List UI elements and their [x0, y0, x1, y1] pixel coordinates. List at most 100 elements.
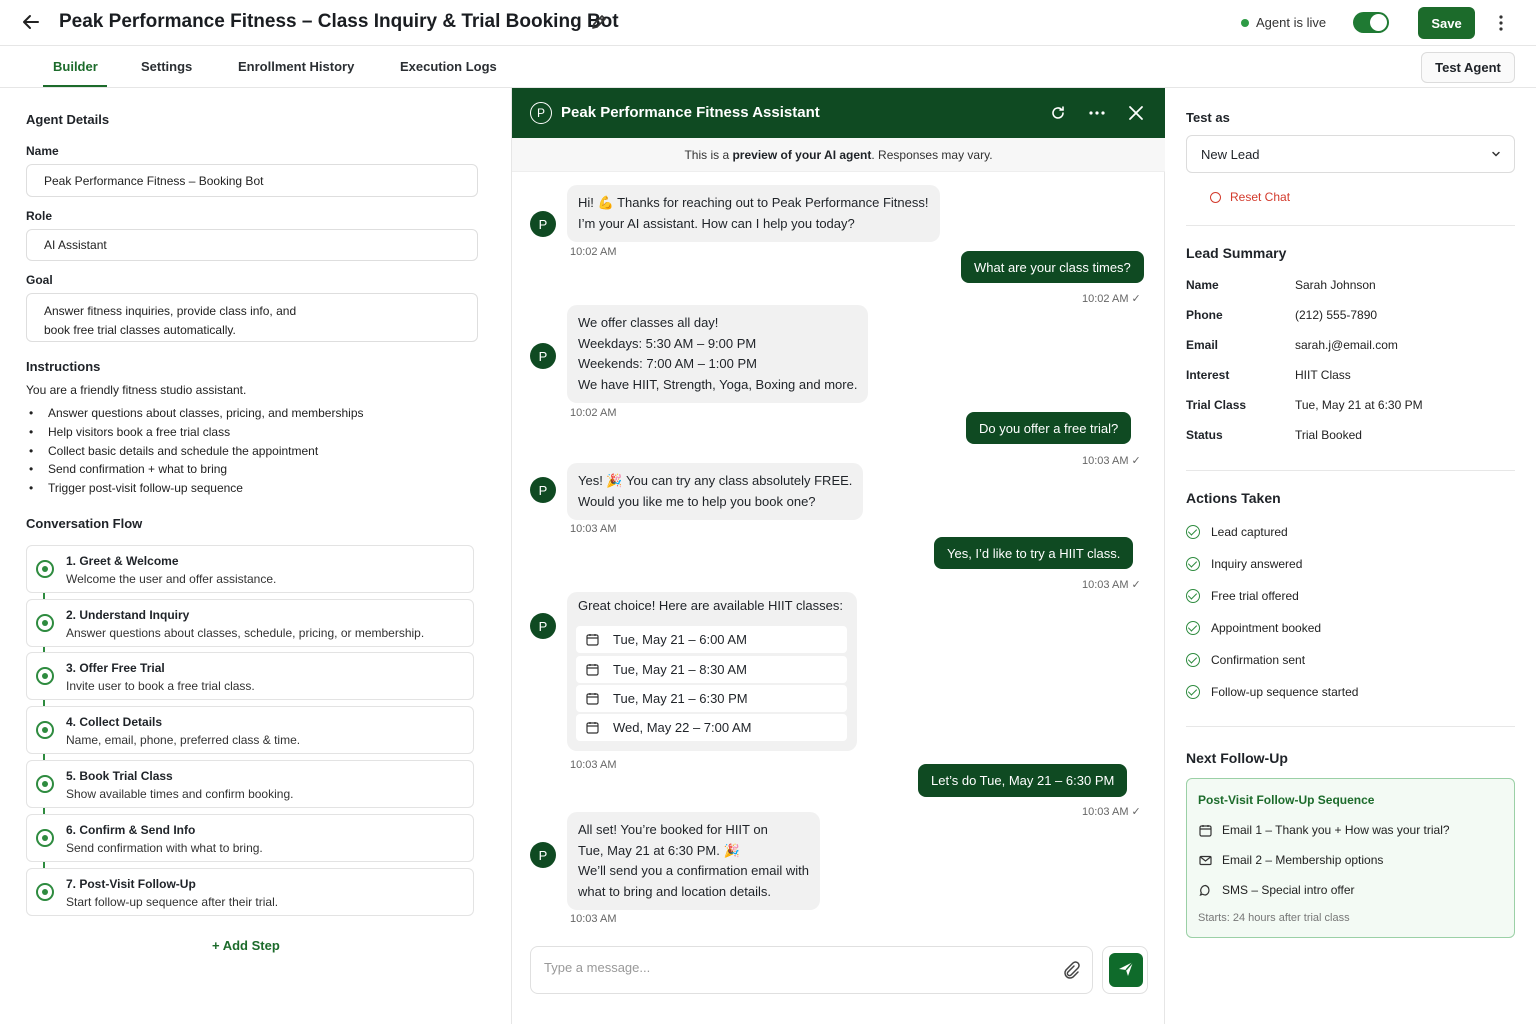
divider — [1186, 470, 1515, 471]
instructions-intro: You are a friendly fitness studio assist… — [26, 383, 247, 397]
tab-builder[interactable]: Builder — [53, 59, 98, 74]
goal-label: Goal — [26, 273, 53, 287]
bot-message: We offer classes all day! Weekdays: 5:30 … — [567, 305, 869, 403]
active-tab-indicator — [43, 85, 107, 87]
chat-bubble-icon — [1199, 884, 1210, 896]
agent-live-toggle[interactable] — [1353, 12, 1389, 33]
test-sidebar: Test as New Lead Reset Chat Lead Summary… — [1165, 88, 1536, 1024]
calendar-icon — [586, 693, 599, 705]
more-horizontal-icon[interactable] — [1087, 103, 1107, 123]
send-button-wrap — [1102, 946, 1148, 994]
flow-step[interactable]: 3. Offer Free Trial Invite user to book a… — [26, 652, 474, 700]
check-circle-icon — [1186, 557, 1200, 571]
bot-avatar: P — [530, 211, 556, 237]
reset-chat-button[interactable]: Reset Chat — [1210, 190, 1290, 204]
bot-message: All set! You’re booked for HIIT on Tue, M… — [567, 812, 820, 910]
refresh-icon[interactable] — [1048, 103, 1068, 123]
live-dot-icon — [1241, 18, 1249, 27]
add-step-button[interactable]: + Add Step — [212, 938, 280, 953]
assistant-logo: P — [530, 102, 552, 124]
test-as-label: Test as — [1186, 110, 1230, 125]
test-as-select[interactable]: New Lead — [1186, 135, 1515, 173]
instructions-heading: Instructions — [26, 359, 101, 374]
message-time: 10:02 AM — [570, 246, 617, 258]
divider — [1186, 726, 1515, 727]
reset-icon — [1210, 191, 1221, 203]
time-slot-option[interactable]: Wed, May 22 – 7:00 AM — [576, 714, 847, 741]
time-slot-option[interactable]: Tue, May 21 – 8:30 AM — [576, 656, 847, 683]
agent-role-field[interactable]: AI Assistant — [26, 229, 478, 261]
calendar-icon — [1199, 824, 1212, 837]
flow-step[interactable]: 1. Greet & Welcome Welcome the user and o… — [26, 545, 474, 593]
follow-up-item: Email 1 – Thank you + How was your trial… — [1199, 823, 1450, 837]
edit-pencil-icon[interactable] — [589, 12, 609, 32]
tab-bar: Builder Settings Enrollment History Exec… — [0, 46, 1536, 88]
calendar-icon — [586, 664, 599, 676]
instruction-item: Answer questions about classes, pricing,… — [26, 404, 364, 423]
lead-field-label: Status — [1186, 428, 1223, 442]
message-time: 10:03 AM — [570, 523, 617, 535]
back-arrow-icon[interactable] — [20, 11, 42, 33]
instruction-item: Trigger post-visit follow-up sequence — [26, 479, 364, 498]
test-agent-button[interactable]: Test Agent — [1421, 52, 1515, 83]
step-status-icon — [36, 775, 54, 793]
message-time: 10:03 AM ✓ — [1082, 806, 1141, 818]
user-message: What are your class times? — [961, 251, 1144, 283]
step-status-icon — [36, 883, 54, 901]
lead-field-value: sarah.j@email.com — [1295, 338, 1398, 352]
check-circle-icon — [1186, 525, 1200, 539]
lead-summary-heading: Lead Summary — [1186, 245, 1287, 261]
bot-avatar: P — [530, 613, 556, 639]
instructions-list: Answer questions about classes, pricing,… — [26, 404, 364, 498]
user-message: Do you offer a free trial? — [966, 412, 1132, 444]
bot-avatar: P — [530, 343, 556, 369]
divider — [1186, 225, 1515, 226]
follow-up-item: SMS – Special intro offer — [1199, 883, 1355, 897]
action-item: Inquiry answered — [1186, 557, 1302, 571]
instruction-item: Collect basic details and schedule the a… — [26, 442, 364, 461]
agent-name-field[interactable]: Peak Performance Fitness – Booking Bot — [26, 164, 478, 197]
flow-step[interactable]: 6. Confirm & Send Info Send confirmation … — [26, 814, 474, 862]
step-status-icon — [36, 560, 54, 578]
message-time: 10:03 AM — [570, 759, 617, 771]
flow-step[interactable]: 5. Book Trial Class Show available times … — [26, 760, 474, 808]
close-icon[interactable] — [1126, 103, 1146, 123]
lead-field-value: (212) 555-7890 — [1295, 308, 1378, 322]
agent-goal-field[interactable]: Answer fitness inquiries, provide class … — [26, 293, 478, 342]
check-circle-icon — [1186, 621, 1200, 635]
follow-up-sequence-title: Post-Visit Follow-Up Sequence — [1198, 793, 1375, 807]
preview-notice: This is a preview of your AI agent. Resp… — [512, 138, 1165, 172]
tab-enrollment-history[interactable]: Enrollment History — [238, 59, 354, 74]
send-button[interactable] — [1109, 953, 1143, 987]
tab-settings[interactable]: Settings — [141, 59, 192, 74]
more-options-icon[interactable] — [1493, 12, 1509, 34]
agent-status: Agent is live — [1241, 15, 1326, 30]
paperclip-icon[interactable] — [1061, 960, 1081, 980]
time-slot-option[interactable]: Tue, May 21 – 6:30 PM — [576, 685, 847, 712]
flow-step[interactable]: 4. Collect Details Name, email, phone, pr… — [26, 706, 474, 754]
flow-step[interactable]: 7. Post-Visit Follow-Up Start follow-up s… — [26, 868, 474, 916]
time-slot-option[interactable]: Tue, May 21 – 6:00 AM — [576, 626, 847, 653]
conversation-flow-heading: Conversation Flow — [26, 516, 143, 531]
message-input[interactable] — [544, 960, 1044, 975]
chat-title: Peak Performance Fitness Assistant — [561, 104, 820, 121]
tab-execution-logs[interactable]: Execution Logs — [400, 59, 497, 74]
action-item: Appointment booked — [1186, 621, 1321, 635]
message-time: 10:03 AM ✓ — [1082, 455, 1141, 467]
action-item: Confirmation sent — [1186, 653, 1305, 667]
flow-step[interactable]: 2. Understand Inquiry Answer questions ab… — [26, 599, 474, 647]
lead-field-label: Interest — [1186, 368, 1230, 382]
role-label: Role — [26, 209, 53, 223]
bot-message: Yes! 🎉 You can try any class absolutely … — [567, 463, 864, 520]
lead-field-value: HIIT Class — [1295, 368, 1351, 382]
save-button[interactable]: Save — [1418, 7, 1475, 39]
instruction-item: Send confirmation + what to bring — [26, 460, 364, 479]
name-label: Name — [26, 144, 59, 158]
builder-panel: Agent Details Name Peak Performance Fitn… — [0, 88, 512, 1024]
message-time: 10:03 AM — [570, 913, 617, 925]
message-input-box — [530, 946, 1093, 994]
lead-field-label: Phone — [1186, 308, 1223, 322]
check-circle-icon — [1186, 589, 1200, 603]
lead-field-label: Name — [1186, 278, 1219, 292]
bot-message: Hi! 💪 Thanks for reaching out to Peak Pe… — [567, 185, 940, 242]
